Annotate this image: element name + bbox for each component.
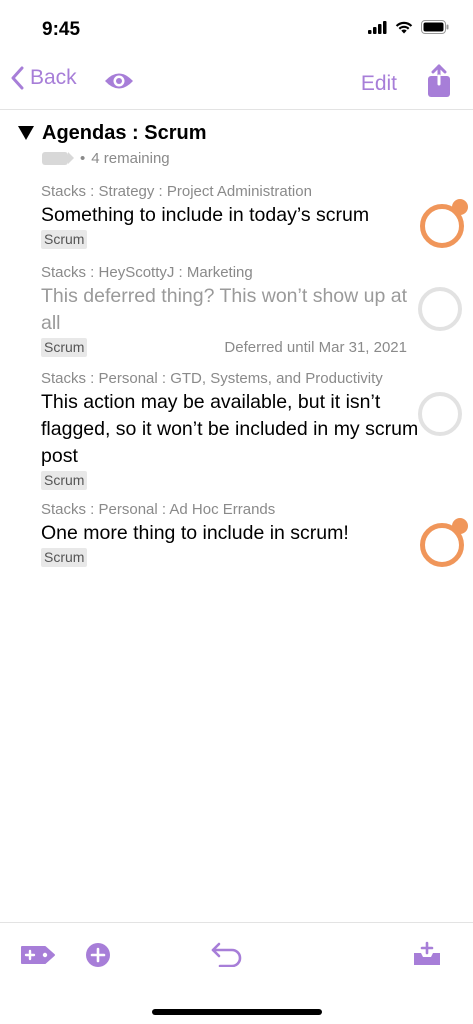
edit-button[interactable]: Edit [361, 72, 397, 96]
task-title: This deferred thing? This won’t show up … [41, 285, 408, 334]
task-path: Stacks : Personal : GTD, Systems, and Pr… [41, 370, 383, 387]
wifi-icon [395, 21, 413, 33]
task-checkbox[interactable] [418, 392, 462, 436]
task-row[interactable]: Stacks : HeyScottyJ : Marketing This def… [41, 263, 421, 357]
eye-icon[interactable] [103, 70, 135, 97]
cellular-signal-icon [368, 20, 387, 34]
chevron-left-icon [11, 66, 24, 90]
share-icon[interactable] [427, 64, 451, 103]
task-tags: Scrum [41, 548, 421, 567]
battery-icon [421, 20, 449, 34]
add-tag-icon[interactable] [20, 945, 56, 970]
back-button[interactable]: Back [10, 66, 77, 90]
inbox-add-icon[interactable] [413, 941, 441, 972]
back-label: Back [30, 66, 77, 89]
task-path: Stacks : HeyScottyJ : Marketing [41, 264, 253, 281]
task-row[interactable]: Stacks : Personal : GTD, Systems, and Pr… [41, 369, 421, 490]
task-path: Stacks : Strategy : Project Administrati… [41, 183, 312, 200]
task-row[interactable]: Stacks : Personal : Ad Hoc Errands One m… [41, 500, 421, 567]
task-path: Stacks : Personal : Ad Hoc Errands [41, 501, 276, 518]
tag-badge: Scrum [41, 548, 88, 567]
task-title: This action may be available, but it isn… [41, 391, 419, 467]
task-title: Something to include in today’s scrum [41, 204, 370, 226]
task-tags: Scrum Deferred until Mar 31, 2021 [41, 338, 421, 357]
flagged-checkbox[interactable] [420, 199, 468, 248]
tag-badge: Scrum [41, 338, 88, 357]
task-title: One more thing to include in scrum! [41, 522, 349, 544]
status-time: 9:45 [42, 19, 81, 40]
home-indicator[interactable] [152, 1009, 322, 1015]
meta-separator: • [80, 150, 86, 167]
flagged-checkbox[interactable] [420, 518, 468, 567]
tag-icon [42, 152, 74, 165]
remaining-count: 4 remaining [91, 150, 170, 167]
tag-badge: Scrum [41, 230, 88, 249]
bottom-toolbar [0, 922, 473, 994]
status-icons [368, 20, 449, 34]
tag-badge: Scrum [41, 471, 88, 490]
status-bar: 9:45 [0, 0, 473, 56]
undo-icon[interactable] [210, 941, 244, 972]
navigation-bar: Back Edit [0, 56, 473, 110]
task-tags: Scrum [41, 230, 421, 249]
deferred-note: Deferred until Mar 31, 2021 [224, 339, 407, 356]
task-checkbox[interactable] [418, 287, 462, 331]
section-meta: • 4 remaining [42, 150, 170, 167]
disclosure-triangle-icon[interactable] [18, 126, 34, 140]
task-tags: Scrum [41, 471, 421, 490]
task-row[interactable]: Stacks : Strategy : Project Administrati… [41, 182, 421, 249]
section-title[interactable]: Agendas : Scrum [42, 122, 206, 145]
add-item-icon[interactable] [86, 943, 110, 972]
